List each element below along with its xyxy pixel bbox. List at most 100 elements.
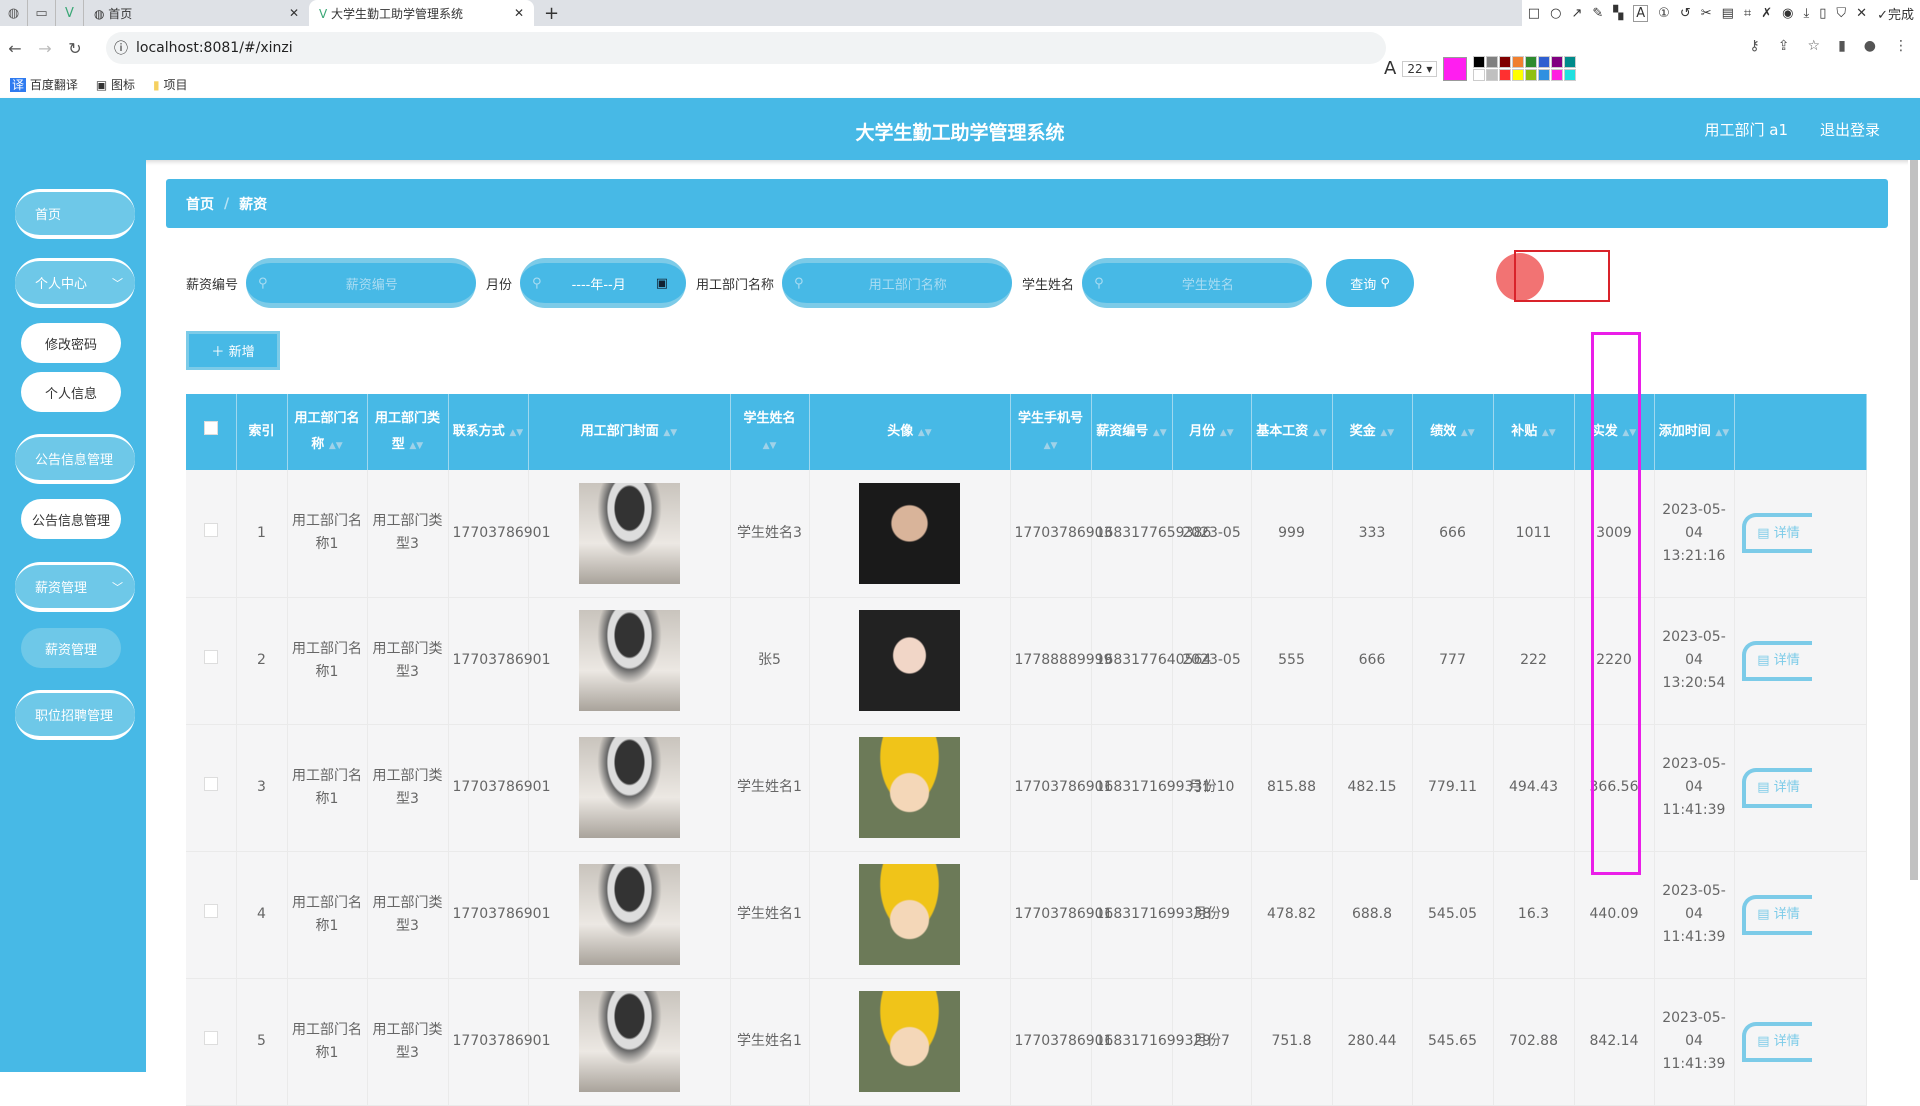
sort-icon[interactable]: ▲▼	[1461, 428, 1475, 438]
sort-icon[interactable]: ▲▼	[409, 441, 423, 451]
add-button[interactable]: ＋ 新增	[186, 331, 280, 370]
sort-icon[interactable]: ▲▼	[1715, 428, 1729, 438]
bookmark-icon[interactable]: ⛉	[1836, 6, 1846, 21]
sort-icon[interactable]: ▲▼	[918, 428, 932, 438]
column-header[interactable]: 学生手机号 ▲▼	[1010, 394, 1092, 470]
select-all-checkbox[interactable]	[203, 421, 218, 435]
column-header[interactable]: 索引	[236, 394, 288, 470]
column-header[interactable]: 奖金 ▲▼	[1332, 394, 1413, 470]
browser-tab-home[interactable]: ◍ 首页 ✕	[84, 0, 309, 26]
pinned-tab-vue-icon[interactable]: V	[56, 0, 84, 26]
mosaic-tool-icon[interactable]: ▚	[1613, 6, 1623, 21]
column-header[interactable]: 学生姓名 ▲▼	[730, 394, 810, 470]
new-tab-icon[interactable]: +	[534, 3, 569, 24]
sort-icon[interactable]: ▲▼	[1313, 428, 1327, 438]
back-icon[interactable]: ←	[0, 39, 30, 58]
calendar-icon[interactable]: ▣	[656, 276, 668, 291]
menu-icon[interactable]: ⋮	[1894, 38, 1908, 54]
row-checkbox[interactable]	[203, 777, 218, 791]
color-swatch[interactable]	[1538, 56, 1551, 68]
share-icon[interactable]: ⇪	[1778, 38, 1790, 54]
row-checkbox[interactable]	[203, 522, 218, 537]
logout-link[interactable]: 退出登录	[1820, 119, 1880, 140]
ocr-icon[interactable]: ▤	[1722, 6, 1734, 21]
reload-icon[interactable]: ↻	[60, 39, 90, 58]
color-swatch[interactable]	[1512, 56, 1525, 68]
color-swatch[interactable]	[1551, 56, 1564, 68]
detail-button[interactable]: ▤ 详情	[1741, 1021, 1812, 1062]
bookmark-icons[interactable]: ▣ 图标	[96, 76, 135, 93]
bookmark-translate[interactable]: 译 百度翻译	[10, 76, 78, 93]
column-header[interactable]: 用工部门封面 ▲▼	[528, 394, 731, 470]
undo-icon[interactable]: ↺	[1680, 6, 1691, 21]
student-name-input[interactable]: ⚲ 学生姓名	[1082, 258, 1313, 308]
color-swatch[interactable]	[1473, 56, 1486, 68]
sort-icon[interactable]: ▲▼	[1220, 428, 1234, 438]
forward-icon[interactable]: →	[30, 39, 60, 58]
ellipse-tool-icon[interactable]: ○	[1550, 6, 1561, 21]
column-header[interactable]: 绩效 ▲▼	[1412, 394, 1494, 470]
close-icon[interactable]: ✕	[289, 6, 299, 20]
download-icon[interactable]: ⤓	[1804, 6, 1810, 21]
close-icon[interactable]: ✕	[1856, 6, 1867, 21]
color-swatch[interactable]	[1499, 56, 1512, 68]
color-swatch[interactable]	[1486, 56, 1499, 68]
sidebar-subitem-notice-management[interactable]: 公告信息管理	[21, 499, 121, 539]
sidebar-subitem-personal-info[interactable]: 个人信息	[21, 372, 121, 412]
column-header[interactable]: 薪资编号 ▲▼	[1091, 394, 1173, 470]
cut-icon[interactable]: ✂	[1701, 6, 1712, 21]
bookmark-project[interactable]: ▮ 项目	[153, 76, 187, 93]
arrow-tool-icon[interactable]: ↗	[1571, 6, 1582, 21]
color-swatch[interactable]	[1564, 56, 1577, 68]
sort-icon[interactable]: ▲▼	[509, 428, 523, 438]
row-checkbox[interactable]	[203, 1031, 218, 1045]
sort-icon[interactable]: ▲▼	[1153, 428, 1167, 438]
column-header[interactable]: 添加时间 ▲▼	[1654, 394, 1735, 470]
sidepanel-icon[interactable]: ▮	[1838, 38, 1846, 54]
pinned-tab-page-icon[interactable]: ▭	[28, 0, 56, 26]
breadcrumb-home[interactable]: 首页	[186, 194, 214, 214]
sidebar-item-personal-center[interactable]: 个人中心 ﹀	[15, 258, 135, 308]
sort-icon[interactable]: ▲▼	[329, 441, 343, 451]
column-header[interactable]: 联系方式 ▲▼	[448, 394, 529, 470]
query-button[interactable]: 查询 ⚲	[1326, 259, 1415, 307]
text-tool-icon[interactable]: A	[1633, 4, 1649, 22]
annotation-text-box[interactable]	[1514, 250, 1610, 302]
column-header[interactable]: 补贴 ▲▼	[1493, 394, 1575, 470]
detail-button[interactable]: ▤ 详情	[1741, 767, 1812, 808]
column-header[interactable]: 月份 ▲▼	[1172, 394, 1252, 470]
detail-button[interactable]: ▤ 详情	[1741, 513, 1812, 553]
detail-button[interactable]: ▤ 详情	[1741, 640, 1812, 681]
sidebar-item-notice-management[interactable]: 公告信息管理	[15, 434, 135, 484]
translate-icon[interactable]: ⌗	[1744, 6, 1751, 21]
key-icon[interactable]: ⚷	[1750, 38, 1760, 54]
record-icon[interactable]: ◉	[1782, 6, 1793, 21]
row-checkbox[interactable]	[203, 904, 218, 918]
rect-tool-icon[interactable]: □	[1528, 6, 1540, 21]
star-icon[interactable]: ☆	[1808, 38, 1821, 54]
sidebar-item-job-recruitment[interactable]: 职位招聘管理	[15, 690, 135, 740]
dept-name-input[interactable]: ⚲ 用工部门名称	[782, 258, 1013, 308]
sidebar-item-salary-management[interactable]: 薪资管理 ﹀	[15, 562, 135, 612]
page-scrollbar[interactable]	[1908, 160, 1920, 1072]
close-icon[interactable]: ✕	[514, 6, 524, 20]
number-tool-icon[interactable]: ①	[1658, 6, 1670, 21]
pinned-tab-globe-icon[interactable]: ◍	[0, 0, 28, 26]
pin-icon[interactable]: ✗	[1761, 6, 1772, 21]
month-input[interactable]: ⚲ ----年--月 ▣	[520, 258, 687, 308]
column-header[interactable]: 用工部门名称 ▲▼	[287, 394, 368, 470]
column-header[interactable]: 头像 ▲▼	[809, 394, 1011, 470]
sidebar-item-home[interactable]: 首页	[15, 189, 135, 239]
salary-no-input[interactable]: ⚲ 薪资编号	[246, 258, 477, 308]
pen-tool-icon[interactable]: ✎	[1592, 6, 1603, 21]
browser-tab-active[interactable]: V 大学生勤工助学管理系统 ✕	[309, 0, 534, 26]
sort-icon[interactable]: ▲▼	[1380, 428, 1394, 438]
url-input[interactable]: ⓘ localhost:8081/#/xinzi	[106, 32, 1386, 64]
done-button[interactable]: ✓完成	[1877, 4, 1914, 23]
color-swatch[interactable]	[1525, 56, 1538, 68]
sort-icon[interactable]: ▲▼	[1542, 428, 1556, 438]
profile-icon[interactable]: ●	[1864, 38, 1876, 54]
detail-button[interactable]: ▤ 详情	[1741, 894, 1812, 935]
sort-icon[interactable]: ▲▼	[663, 428, 677, 438]
row-checkbox[interactable]	[203, 650, 218, 664]
